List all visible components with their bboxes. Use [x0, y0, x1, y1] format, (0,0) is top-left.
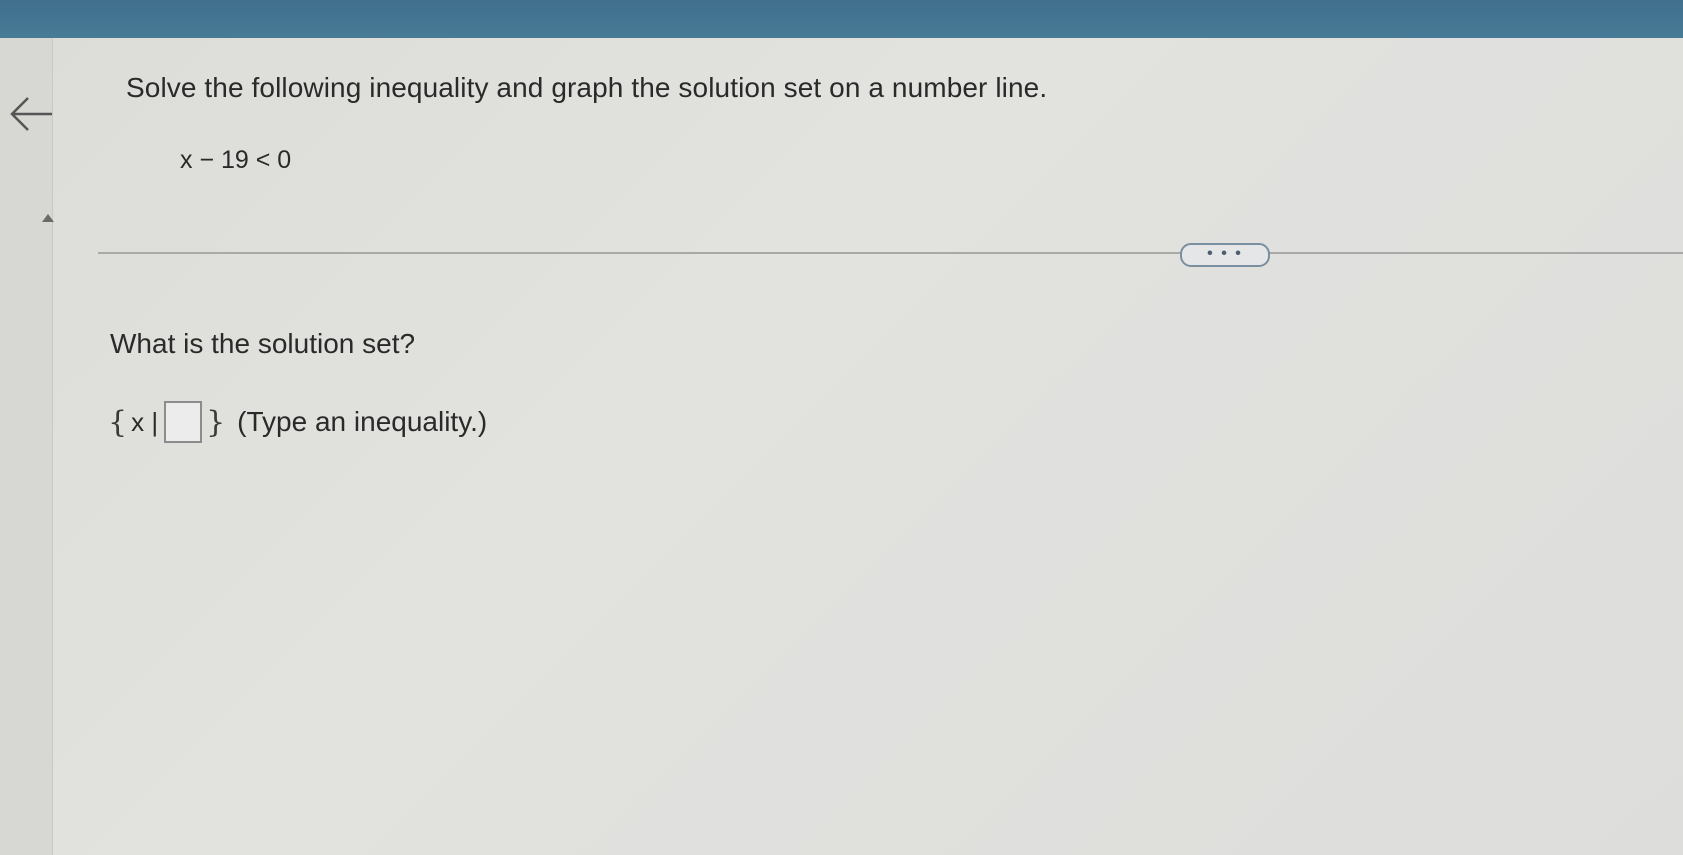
solution-prompt: What is the solution set?: [110, 328, 416, 359]
back-arrow-icon[interactable]: [8, 94, 56, 134]
close-brace: }: [206, 404, 226, 440]
inequality-answer-input[interactable]: [164, 401, 203, 443]
answer-row: { x | } (Type an inequality.): [108, 401, 488, 443]
left-rail: [0, 38, 53, 855]
open-brace: {: [108, 404, 128, 440]
collapse-triangle-icon[interactable]: [42, 214, 54, 222]
question-text: Solve the following inequality and graph…: [126, 72, 1048, 103]
set-variable: x |: [131, 406, 159, 437]
section-divider: [98, 252, 1683, 254]
inequality-expression: x − 19 < 0: [180, 146, 292, 174]
answer-hint: (Type an inequality.): [237, 406, 488, 437]
more-options-button[interactable]: • • •: [1180, 243, 1270, 267]
